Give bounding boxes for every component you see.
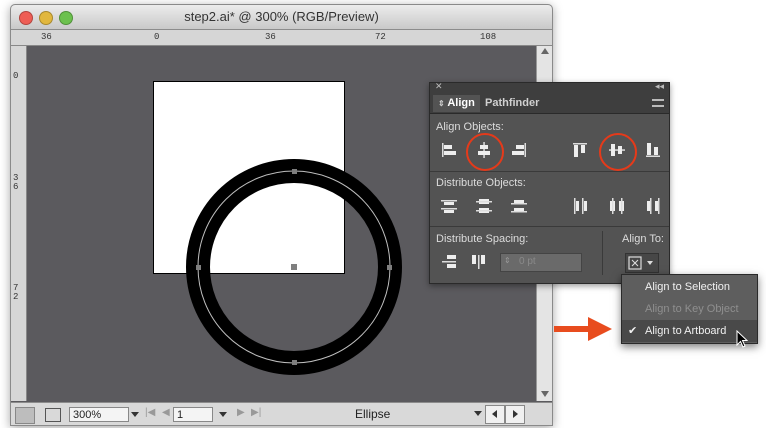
vertical-align-bottom-icon[interactable]: [644, 141, 662, 159]
ruler-label: 3 6: [13, 173, 19, 192]
horizontal-ruler[interactable]: 36 0 36 72 108: [11, 30, 552, 46]
scroll-left-button[interactable]: [485, 405, 505, 424]
panel-tabs: ⇕ Align Pathfinder: [430, 93, 669, 114]
collapse-panel-icon[interactable]: ◂◂: [655, 81, 664, 92]
align-panel: ✕ ◂◂ ⇕ Align Pathfinder Align Objects: D…: [429, 81, 670, 284]
artboard-number-field[interactable]: 1: [173, 407, 213, 422]
align-to-dropdown[interactable]: [625, 253, 659, 273]
distribute-objects-label: Distribute Objects:: [436, 177, 526, 189]
scroll-down-icon[interactable]: [541, 391, 549, 397]
horizontal-distribute-left-icon[interactable]: [571, 197, 589, 215]
ruler-label: 0: [13, 71, 19, 81]
menu-item-label: Align to Selection: [645, 281, 730, 293]
divider: [430, 226, 669, 227]
panel-menu-icon[interactable]: [652, 99, 664, 107]
window-title: step2.ai* @ 300% (RGB/Preview): [184, 9, 379, 24]
arrow-right-icon: [513, 410, 518, 418]
horizontal-distribute-center-icon[interactable]: [608, 197, 626, 215]
first-artboard-icon[interactable]: |◀: [145, 407, 155, 418]
chevron-down-icon[interactable]: [131, 412, 139, 417]
horizontal-distribute-space-icon[interactable]: [470, 253, 488, 271]
chevron-down-icon: [647, 261, 653, 265]
highlight-ring: [466, 133, 504, 171]
zoom-field[interactable]: 300%: [69, 407, 129, 422]
vertical-distribute-space-icon[interactable]: [440, 253, 458, 271]
last-artboard-icon[interactable]: ▶|: [251, 407, 261, 418]
share-icon[interactable]: [45, 408, 61, 422]
status-bar: 300% |◀ ◀ 1 ▶ ▶| Ellipse: [11, 402, 552, 425]
tab-align[interactable]: ⇕ Align: [433, 95, 480, 112]
chevron-down-icon[interactable]: [474, 411, 482, 416]
menu-item-align-to-key-object[interactable]: Align to Key Object: [622, 298, 757, 320]
close-panel-icon[interactable]: ✕: [435, 81, 443, 92]
ruler-label: 108: [480, 32, 497, 42]
divider: [602, 231, 603, 275]
scroll-right-button[interactable]: [505, 405, 525, 424]
artboard-align-icon: [628, 256, 642, 270]
vertical-distribute-center-icon[interactable]: [475, 197, 493, 215]
ruler-label: 36: [41, 32, 52, 42]
horizontal-align-left-icon[interactable]: [440, 141, 458, 159]
ruler-label: 72: [375, 32, 386, 42]
ruler-label: 36: [265, 32, 276, 42]
highlight-ring: [599, 133, 637, 171]
title-bar: step2.ai* @ 300% (RGB/Preview): [11, 5, 552, 30]
align-objects-label: Align Objects:: [436, 121, 504, 133]
tab-label: Pathfinder: [485, 97, 540, 109]
previous-artboard-icon[interactable]: ◀: [162, 407, 170, 418]
vertical-ruler[interactable]: 0 3 6 7 2: [11, 46, 27, 401]
menu-item-align-to-selection[interactable]: Align to Selection: [622, 276, 757, 298]
vertical-distribute-top-icon[interactable]: [440, 197, 458, 215]
ellipse-object[interactable]: [185, 158, 405, 378]
spacing-input[interactable]: ⇕ 0 pt: [500, 253, 582, 272]
tab-pathfinder[interactable]: Pathfinder: [480, 95, 544, 112]
vertical-distribute-bottom-icon[interactable]: [510, 197, 528, 215]
horizontal-align-right-icon[interactable]: [510, 141, 528, 159]
menu-item-label: Align to Artboard: [645, 325, 727, 337]
divider: [430, 171, 669, 172]
stack-arrows-icon: ⇕: [438, 99, 445, 108]
selection-info: Ellipse: [355, 407, 391, 421]
scroll-up-icon[interactable]: [541, 48, 549, 54]
align-to-label: Align To:: [622, 233, 664, 245]
panel-header: ✕ ◂◂: [430, 81, 669, 93]
gear-icon[interactable]: [15, 407, 35, 424]
mouse-pointer-icon: [736, 330, 748, 348]
ruler-label: 0: [154, 32, 160, 42]
horizontal-distribute-right-icon[interactable]: [644, 197, 662, 215]
arrow-right-icon: [554, 317, 612, 341]
tab-label: Align: [447, 97, 475, 109]
checkmark-icon: ✔: [628, 325, 638, 337]
ruler-label: 7 2: [13, 283, 19, 302]
stepper-icon[interactable]: ⇕: [504, 256, 511, 265]
next-artboard-icon[interactable]: ▶: [237, 407, 245, 418]
vertical-align-top-icon[interactable]: [571, 141, 589, 159]
arrow-left-icon: [492, 410, 497, 418]
spacing-value: 0 pt: [519, 256, 536, 267]
chevron-down-icon[interactable]: [219, 412, 227, 417]
menu-item-label: Align to Key Object: [645, 303, 739, 315]
distribute-spacing-label: Distribute Spacing:: [436, 233, 529, 245]
